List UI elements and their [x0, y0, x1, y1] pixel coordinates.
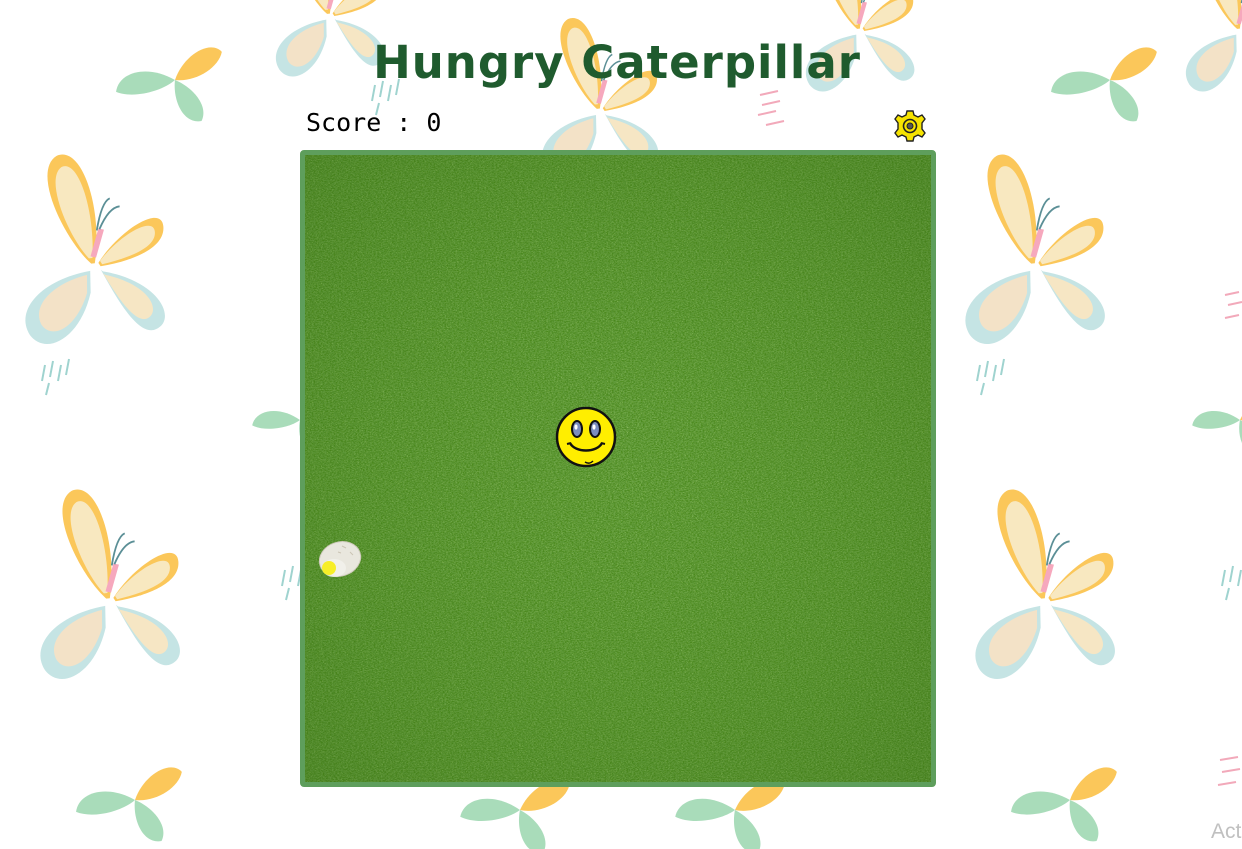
smiley-face-icon — [555, 406, 617, 468]
grass-background — [305, 155, 931, 782]
gear-icon — [894, 110, 926, 142]
game-board[interactable] — [300, 150, 936, 787]
score-display: Score : 0 — [306, 108, 441, 137]
settings-button[interactable] — [893, 109, 927, 143]
game-title: Hungry Caterpillar — [373, 36, 861, 89]
activation-watermark-text: Act — [1211, 820, 1242, 843]
score-value: 0 — [426, 108, 442, 137]
egg-icon — [318, 541, 362, 577]
score-label: Score : — [306, 108, 427, 137]
